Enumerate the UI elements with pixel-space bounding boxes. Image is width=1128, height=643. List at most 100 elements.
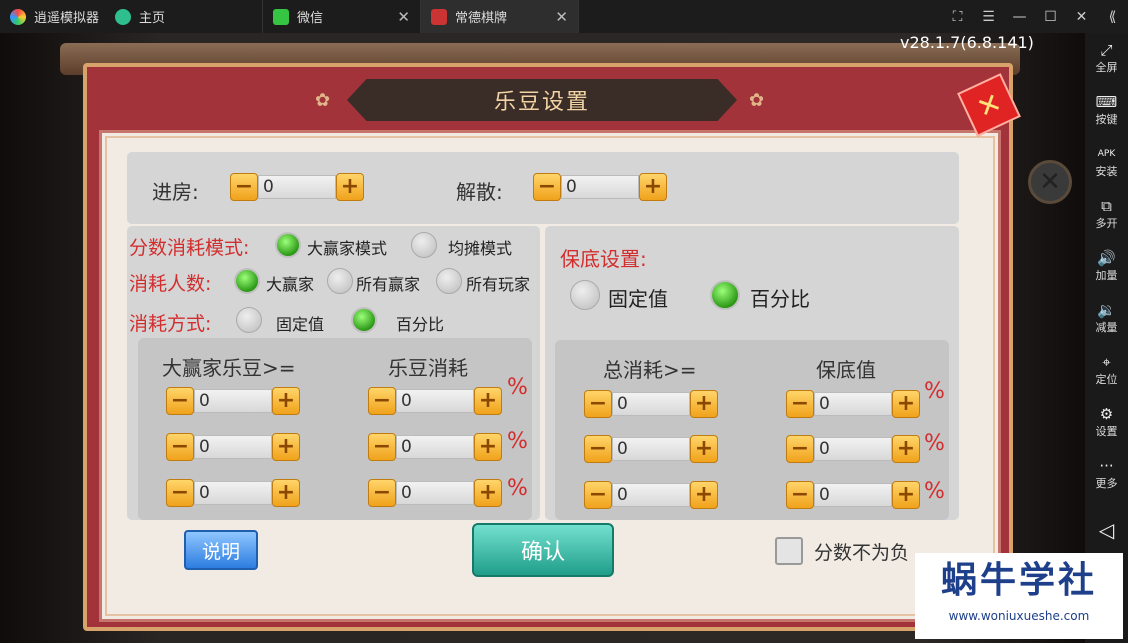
- tab-label: 微信: [297, 11, 324, 26]
- collapse-sidebar-icon[interactable]: ⟪: [1097, 9, 1128, 25]
- column-header: 乐豆消耗: [388, 356, 468, 380]
- plus-button[interactable]: +: [690, 481, 718, 509]
- plus-button[interactable]: +: [639, 173, 667, 201]
- stepper-value[interactable]: 0: [814, 437, 892, 461]
- sidebar-item-location[interactable]: ⌖ 定位: [1085, 353, 1128, 387]
- radio-bigwinner[interactable]: [234, 268, 260, 294]
- stepper-value[interactable]: 0: [396, 389, 474, 413]
- plus-button[interactable]: +: [690, 390, 718, 418]
- volume-down-icon: 🔉: [1097, 301, 1116, 319]
- sidebar-label: 安装: [1095, 165, 1118, 178]
- sidebar-item-volume-up[interactable]: 🔊 加量: [1085, 249, 1128, 283]
- stepper-value[interactable]: 0: [396, 481, 474, 505]
- sidebar-item-back[interactable]: ◁: [1085, 520, 1128, 540]
- minus-button[interactable]: −: [368, 387, 396, 415]
- info-button[interactable]: 说明: [184, 530, 258, 570]
- volume-up-icon: 🔊: [1097, 249, 1116, 267]
- app-name: 逍遥模拟器: [34, 11, 100, 26]
- ornament-icon: ✿: [315, 90, 331, 111]
- stepper-value[interactable]: 0: [194, 435, 272, 459]
- radio-label: 均摊模式: [448, 239, 513, 258]
- gear-icon: ⚙: [1099, 405, 1114, 423]
- stepper-value[interactable]: 0: [814, 483, 892, 507]
- minus-button[interactable]: −: [368, 433, 396, 461]
- radio-label: 大赢家: [266, 275, 315, 294]
- minus-button[interactable]: −: [368, 479, 396, 507]
- sidebar-label: 减量: [1095, 321, 1118, 334]
- tab-home[interactable]: 主页: [105, 0, 263, 33]
- sidebar-item-multi[interactable]: ⧉ 多开: [1085, 197, 1128, 231]
- minus-button[interactable]: −: [230, 173, 258, 201]
- menu-icon[interactable]: ☰: [973, 9, 1004, 25]
- dissolve-value[interactable]: 0: [561, 175, 639, 199]
- plus-button[interactable]: +: [272, 433, 300, 461]
- plus-button[interactable]: +: [892, 435, 920, 463]
- minus-button[interactable]: −: [786, 435, 814, 463]
- bigwinner-stepper-3: −0 +: [166, 479, 300, 507]
- entry-value[interactable]: 0: [258, 175, 336, 199]
- nonnegative-checkbox[interactable]: [775, 537, 803, 565]
- plus-button[interactable]: +: [474, 479, 502, 507]
- sidebar-item-keys[interactable]: ⌨ 按键: [1085, 93, 1128, 127]
- maximize-icon[interactable]: ☐: [1035, 9, 1066, 25]
- stepper-value[interactable]: 0: [814, 392, 892, 416]
- plus-button[interactable]: +: [474, 433, 502, 461]
- radio-all-winners[interactable]: [327, 268, 353, 294]
- stepper-value[interactable]: 0: [612, 437, 690, 461]
- dialog-title: 乐豆设置: [347, 79, 737, 121]
- minus-button[interactable]: −: [533, 173, 561, 201]
- radio-guarantee-percent[interactable]: [710, 280, 740, 310]
- radio-guarantee-fixed[interactable]: [570, 280, 600, 310]
- stepper-value[interactable]: 0: [612, 392, 690, 416]
- plus-button[interactable]: +: [474, 387, 502, 415]
- tab-wechat[interactable]: 微信 ✕: [263, 0, 421, 33]
- stepper-value[interactable]: 0: [612, 483, 690, 507]
- minus-button[interactable]: −: [166, 479, 194, 507]
- close-tab-icon[interactable]: ✕: [397, 8, 410, 26]
- minus-button[interactable]: −: [786, 481, 814, 509]
- plus-button[interactable]: +: [336, 173, 364, 201]
- close-window-icon[interactable]: ✕: [1066, 9, 1097, 25]
- sidebar-item-install[interactable]: APK 安装: [1085, 145, 1128, 179]
- plus-button[interactable]: +: [272, 479, 300, 507]
- radio-bigwinner-mode[interactable]: [275, 232, 301, 258]
- minus-button[interactable]: −: [584, 390, 612, 418]
- sidebar-item-volume-down[interactable]: 🔉 减量: [1085, 301, 1128, 335]
- minus-button[interactable]: −: [786, 390, 814, 418]
- radio-fixed[interactable]: [236, 307, 262, 333]
- sidebar-item-fullscreen[interactable]: ⤢ 全屏: [1085, 41, 1128, 75]
- stepper-value[interactable]: 0: [194, 389, 272, 413]
- total-stepper-3: −0 +: [584, 481, 718, 509]
- dissolve-label: 解散:: [456, 180, 503, 204]
- stepper-value[interactable]: 0: [396, 435, 474, 459]
- minimize-icon[interactable]: —: [1004, 9, 1035, 25]
- consume-stepper-1: −0 +: [368, 387, 502, 415]
- app-logo-icon: [10, 8, 26, 25]
- confirm-button[interactable]: 确认: [472, 523, 614, 577]
- minus-button[interactable]: −: [584, 481, 612, 509]
- nonnegative-label: 分数不为负: [814, 542, 910, 564]
- minus-button[interactable]: −: [584, 435, 612, 463]
- screenshot-icon[interactable]: ⛶: [942, 9, 973, 25]
- close-icon[interactable]: ✕: [1028, 160, 1072, 204]
- sidebar-label: 更多: [1095, 477, 1118, 490]
- plus-button[interactable]: +: [892, 390, 920, 418]
- sidebar-item-more[interactable]: ··· 更多: [1085, 457, 1128, 491]
- sidebar-item-settings[interactable]: ⚙ 设置: [1085, 405, 1128, 439]
- radio-split-mode[interactable]: [411, 232, 437, 258]
- tab-label: 主页: [139, 11, 166, 26]
- percent-sign: %: [924, 379, 945, 404]
- close-tab-icon[interactable]: ✕: [555, 8, 568, 26]
- stepper-value[interactable]: 0: [194, 481, 272, 505]
- radio-all-players[interactable]: [436, 268, 462, 294]
- consume-stepper-2: −0 +: [368, 433, 502, 461]
- tab-game[interactable]: 常德棋牌 ✕: [421, 0, 579, 33]
- column-header: 总消耗>=: [603, 358, 697, 382]
- plus-button[interactable]: +: [272, 387, 300, 415]
- version-label: v28.1.7(6.8.141): [900, 33, 1034, 52]
- plus-button[interactable]: +: [690, 435, 718, 463]
- minus-button[interactable]: −: [166, 433, 194, 461]
- radio-percent[interactable]: [351, 307, 377, 333]
- minus-button[interactable]: −: [166, 387, 194, 415]
- plus-button[interactable]: +: [892, 481, 920, 509]
